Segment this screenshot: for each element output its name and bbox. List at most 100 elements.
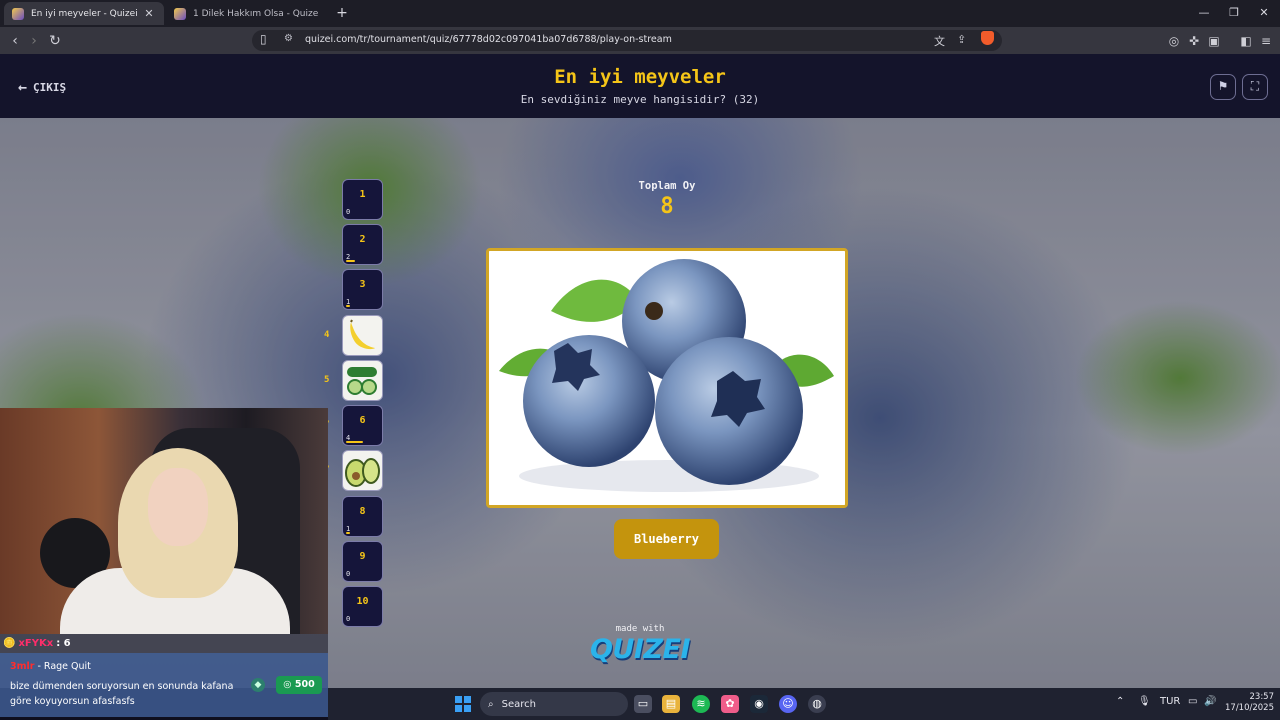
minimize-icon[interactable]: — bbox=[1194, 4, 1214, 22]
bracket-slot-6[interactable]: 6 4 bbox=[342, 405, 383, 446]
restore-icon[interactable]: ❐ bbox=[1224, 4, 1244, 22]
viewer-name: xFYKx bbox=[18, 638, 54, 649]
address-bar[interactable]: ▯ ⚙ quizei.com/tr/tournament/quiz/67778d… bbox=[252, 30, 1002, 51]
steam-icon[interactable]: ◉ bbox=[750, 695, 768, 713]
chat-username: 3mlr bbox=[10, 661, 35, 672]
quizei-logo[interactable]: QUIZEI bbox=[580, 634, 700, 665]
close-tab-icon[interactable]: ✕ bbox=[142, 7, 156, 20]
spotify-icon[interactable]: ≋ bbox=[692, 695, 710, 713]
channel-points-icon: ◆ bbox=[251, 678, 265, 692]
page-title: En iyi meyveler bbox=[554, 66, 726, 88]
bracket-slot-cucumber[interactable] bbox=[342, 360, 383, 401]
search-label: Search bbox=[501, 698, 536, 710]
taskbar-search[interactable]: ⌕ Search bbox=[480, 692, 628, 716]
volume-icon[interactable]: 🔊 bbox=[1204, 696, 1216, 707]
forward-arrow-icon[interactable]: › bbox=[24, 31, 44, 51]
clock-date: 17/10/2025 bbox=[1225, 703, 1274, 713]
share-icon[interactable]: ⇪ bbox=[957, 33, 966, 46]
banana-image bbox=[350, 319, 375, 350]
bracket-slot-8[interactable]: 8 1 bbox=[342, 496, 383, 537]
brave-shield-icon[interactable] bbox=[981, 31, 994, 45]
windows-start-icon[interactable] bbox=[455, 696, 471, 712]
avocado-image bbox=[345, 458, 380, 487]
bracket-slot-avocado[interactable] bbox=[342, 450, 383, 491]
display-icon[interactable]: ▭ bbox=[1188, 696, 1197, 707]
webcam-overlay bbox=[0, 408, 328, 634]
slot-vote-bar bbox=[346, 441, 363, 443]
slot-vote-count: 0 bbox=[346, 570, 351, 578]
microphone-icon[interactable]: 🎙 bbox=[1138, 696, 1151, 707]
chat-message: bize dümenden soruyorsun en sonunda kafa… bbox=[10, 681, 234, 707]
tab-label: 1 Dilek Hakkım Olsa - Quizei bbox=[193, 8, 318, 19]
slot-vote-bar bbox=[346, 305, 350, 307]
menu-hamburger-icon[interactable]: ≡ bbox=[1256, 31, 1276, 51]
slot-number: 1 bbox=[359, 189, 366, 200]
bookmark-icon[interactable]: ▯ bbox=[260, 32, 267, 46]
total-votes-label: Toplam Oy bbox=[638, 180, 696, 192]
quizei-favicon-icon bbox=[12, 7, 24, 20]
slot-number: 8 bbox=[359, 506, 366, 517]
slot-vote-count: 0 bbox=[346, 615, 351, 623]
cucumber-image bbox=[347, 367, 377, 395]
new-tab-plus-icon[interactable]: + bbox=[334, 4, 350, 22]
close-window-icon[interactable]: ✕ bbox=[1254, 4, 1274, 22]
obs-icon[interactable]: ◍ bbox=[808, 695, 826, 713]
slot-vote-count: 0 bbox=[346, 208, 351, 216]
slot-number: 6 bbox=[359, 415, 366, 426]
slot-number: 10 bbox=[356, 596, 369, 607]
clock-time: 23:57 bbox=[1249, 692, 1275, 702]
translate-icon[interactable]: 文 bbox=[934, 33, 945, 49]
browser-toolbar: ‹ › ↻ ▯ ⚙ quizei.com/tr/tournament/quiz/… bbox=[0, 27, 1280, 54]
points-value: 500 bbox=[294, 679, 315, 690]
task-view-icon[interactable]: ▭ bbox=[634, 695, 652, 713]
channel-points-badge: ◎ 500 bbox=[276, 676, 322, 694]
taskbar-clock[interactable]: 23:57 17/10/2025 bbox=[1222, 692, 1274, 714]
tab-strip: En iyi meyveler - Quizei ✕ 1 Dilek Hakkı… bbox=[0, 0, 1280, 27]
extension-gamepad-icon[interactable]: ◎ bbox=[1164, 31, 1184, 51]
url-text: quizei.com/tr/tournament/quiz/67778d02c0… bbox=[305, 34, 672, 45]
site-info-icon[interactable]: ⚙ bbox=[284, 33, 293, 44]
tab-en-iyi-meyveler[interactable]: En iyi meyveler - Quizei ✕ bbox=[4, 2, 164, 25]
viewer-count: : 6 bbox=[56, 638, 71, 649]
total-votes-value: 8 bbox=[660, 194, 674, 219]
tray-chevron-icon[interactable]: ⌃ bbox=[1116, 696, 1124, 707]
discord-icon[interactable]: ☺ bbox=[779, 695, 797, 713]
bracket-slot-1[interactable]: 1 0 bbox=[342, 179, 383, 220]
slot-vote-bar bbox=[346, 260, 355, 262]
slot-vote-bar bbox=[346, 532, 350, 534]
quizei-favicon-icon bbox=[174, 7, 186, 20]
fullscreen-button[interactable]: ⛶ bbox=[1242, 74, 1268, 100]
viewer-row: 🪙 xFYKx : 6 bbox=[0, 634, 328, 653]
tab-label: En iyi meyveler - Quizei bbox=[31, 8, 138, 19]
app-pink-icon[interactable]: ✿ bbox=[721, 695, 739, 713]
slot-number: 3 bbox=[359, 279, 366, 290]
slot-side-number: 5 bbox=[324, 375, 330, 385]
bracket-slot-3[interactable]: 3 1 bbox=[342, 269, 383, 310]
made-with-label: made with bbox=[615, 624, 665, 634]
page-header: ← ÇIKIŞ En iyi meyveler En sevdiğiniz me… bbox=[0, 54, 1280, 118]
bracket-slot-9[interactable]: 9 0 bbox=[342, 541, 383, 582]
browser-window: En iyi meyveler - Quizei ✕ 1 Dilek Hakkı… bbox=[0, 0, 1280, 720]
viewer-badge-icon: 🪙 bbox=[3, 638, 16, 649]
slot-number: 9 bbox=[359, 551, 366, 562]
report-flag-button[interactable]: ⚑ bbox=[1210, 74, 1236, 100]
chat-notification: 3mlr - Rage Quit bize dümenden soruyorsu… bbox=[0, 653, 328, 717]
answer-button[interactable]: Blueberry bbox=[614, 519, 719, 559]
reload-icon[interactable]: ↻ bbox=[45, 31, 65, 51]
extensions-puzzle-icon[interactable]: ✜ bbox=[1184, 31, 1204, 51]
file-explorer-icon[interactable]: ▤ bbox=[662, 695, 680, 713]
bracket-slot-2[interactable]: 2 2 bbox=[342, 224, 383, 265]
language-indicator[interactable]: TUR bbox=[1160, 696, 1180, 707]
page-subtitle: En sevdiğiniz meyve hangisidir? (32) bbox=[520, 93, 760, 106]
screenshot-icon[interactable]: ▣ bbox=[1204, 31, 1224, 51]
chat-reward-title: - Rage Quit bbox=[37, 661, 91, 672]
current-item-card[interactable] bbox=[486, 248, 848, 508]
slot-number: 2 bbox=[359, 234, 366, 245]
bracket-slot-10[interactable]: 10 0 bbox=[342, 586, 383, 627]
bracket-slot-banana[interactable] bbox=[342, 315, 383, 356]
back-arrow-icon[interactable]: ‹ bbox=[5, 31, 25, 51]
chat-header: 3mlr - Rage Quit bbox=[10, 661, 91, 672]
sidebar-toggle-icon[interactable]: ◧ bbox=[1236, 31, 1256, 51]
tab-1-dilek-hakkim-olsa[interactable]: 1 Dilek Hakkım Olsa - Quizei bbox=[166, 2, 326, 25]
streamer-face bbox=[148, 468, 208, 546]
